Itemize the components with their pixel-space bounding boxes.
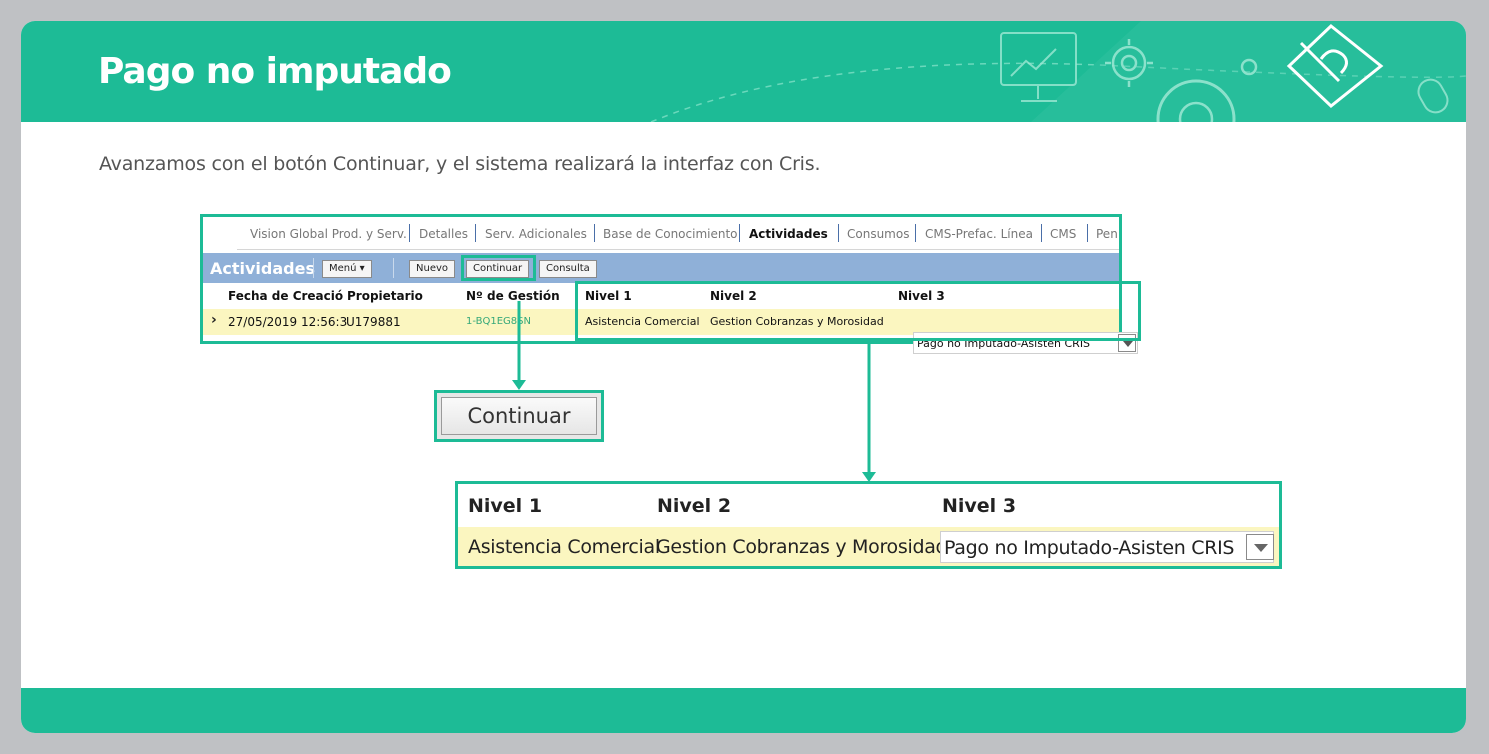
zoom-header-nivel2: Nivel 2: [657, 495, 732, 517]
zoom-data-row: Asistencia Comercial Gestion Cobranzas y…: [458, 527, 1279, 566]
dropdown-arrow-icon[interactable]: [1246, 534, 1274, 560]
tab-detalles[interactable]: Detalles: [419, 227, 468, 241]
tab-separator: [838, 224, 839, 242]
tab-pen[interactable]: Pen: [1096, 227, 1118, 241]
page-title: Pago no imputado: [98, 51, 452, 92]
tab-separator: [1087, 224, 1088, 242]
tab-serv-adicionales[interactable]: Serv. Adicionales: [485, 227, 587, 241]
zoom-header-nivel3: Nivel 3: [942, 495, 1017, 517]
niveles-highlight-frame: [575, 281, 1141, 341]
tab-strip: Vision Global Prod. y Serv. Detalles Ser…: [203, 217, 1119, 250]
footer-bar: [21, 688, 1466, 733]
slide-card: Pago no imputado Avanzamos con el botón …: [21, 21, 1466, 733]
tab-strip-spacer: [203, 217, 237, 250]
tab-consumos[interactable]: Consumos: [847, 227, 909, 241]
niveles-zoom-callout: Nivel 1 Nivel 2 Nivel 3 Asistencia Comer…: [455, 481, 1282, 569]
continuar-zoom-callout: Continuar: [434, 390, 604, 442]
toolbar-separator: [313, 258, 314, 278]
applet-title: Actividades: [210, 259, 315, 278]
zoom-value-nivel1: Asistencia Comercial: [468, 536, 660, 558]
column-header-gestion[interactable]: Nº de Gestión: [466, 289, 560, 303]
tab-cms-prefac[interactable]: CMS-Prefac. Línea: [925, 227, 1033, 241]
instruction-text: Avanzamos con el botón Continuar, y el s…: [99, 153, 821, 175]
zoom-nivel3-select[interactable]: Pago no Imputado-Asisten CRIS: [940, 531, 1274, 563]
header-banner: Pago no imputado: [21, 21, 1466, 122]
row-pointer-icon: ›: [211, 312, 217, 328]
tab-vision-global[interactable]: Vision Global Prod. y Serv.: [250, 227, 407, 241]
tab-separator: [915, 224, 916, 242]
consulta-button[interactable]: Consulta: [539, 260, 597, 278]
zoom-value-nivel3: Pago no Imputado-Asisten CRIS: [944, 537, 1235, 559]
continuar-zoom-button[interactable]: Continuar: [441, 397, 597, 435]
applet-toolbar: Actividades Menú ▾ Nuevo Continuar Consu…: [203, 253, 1119, 283]
tab-base-conocimiento[interactable]: Base de Conocimiento: [603, 227, 738, 241]
tab-cms[interactable]: CMS: [1050, 227, 1076, 241]
zoom-header-nivel1: Nivel 1: [468, 495, 543, 517]
cell-gestion-link[interactable]: 1-BQ1EG8SN: [466, 316, 531, 327]
tab-separator: [739, 224, 740, 242]
cell-fecha: 27/05/2019 12:56:3: [228, 315, 348, 329]
menu-button[interactable]: Menú ▾: [322, 260, 372, 278]
column-header-propietario[interactable]: Propietario: [347, 289, 423, 303]
tab-separator: [1041, 224, 1042, 242]
tab-separator: [594, 224, 595, 242]
nuevo-button[interactable]: Nuevo: [409, 260, 456, 278]
tab-separator: [409, 224, 410, 242]
tab-actividades[interactable]: Actividades: [749, 227, 828, 241]
tab-separator: [475, 224, 476, 242]
column-header-fecha[interactable]: Fecha de Creació: [228, 289, 343, 303]
cell-propietario: U179881: [346, 315, 401, 329]
presentation-board-icon: [1000, 32, 1077, 102]
continuar-highlight-frame: [461, 255, 536, 281]
zoom-header-row: Nivel 1 Nivel 2 Nivel 3: [458, 484, 1279, 527]
toolbar-separator: [393, 258, 394, 278]
zoom-value-nivel2: Gestion Cobranzas y Morosidad: [656, 536, 948, 558]
